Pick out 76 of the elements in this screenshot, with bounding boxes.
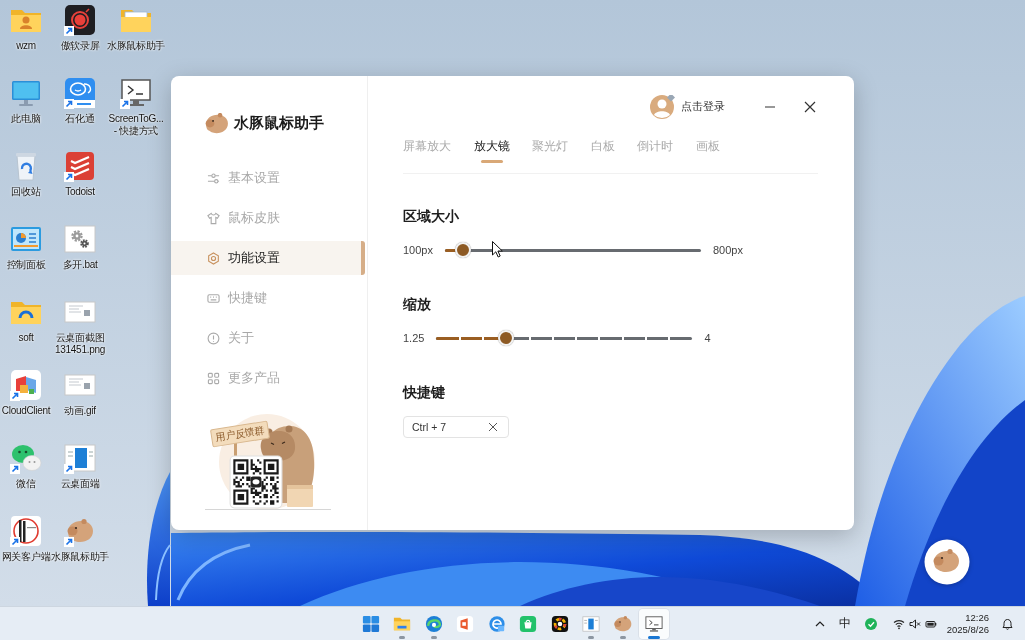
clock-date[interactable]: 2025/8/26: [946, 623, 989, 636]
hexagon-icon: [207, 251, 220, 265]
section-title: 缩放: [403, 295, 431, 313]
section-title: 区域大小: [403, 207, 459, 225]
sidebar-item[interactable]: 功能设置: [171, 241, 365, 275]
notification-bell-icon[interactable]: [1002, 617, 1013, 630]
chat-bubble-icon[interactable]: [64, 77, 96, 109]
icon-label[interactable]: 云桌面截图 131451.png: [50, 332, 110, 356]
icon-label[interactable]: soft: [18, 332, 34, 344]
chat-bubbles-icon[interactable]: [10, 442, 42, 474]
section-title: 快捷键: [403, 383, 445, 401]
icon-label[interactable]: CloudClient: [1, 405, 51, 417]
running-indicator-icon: [648, 635, 661, 639]
icon-label[interactable]: wzm: [16, 40, 36, 52]
record-icon[interactable]: [64, 4, 96, 36]
running-indicator-icon: [399, 635, 406, 639]
gears-icon[interactable]: [64, 223, 96, 255]
wifi-icon[interactable]: [892, 617, 905, 630]
icon-label[interactable]: 多开.bat: [62, 259, 98, 271]
mouse-pointer-icon: [492, 241, 503, 258]
avatar-icon[interactable]: [650, 94, 676, 120]
clear-icon[interactable]: [488, 422, 498, 432]
icon-label[interactable]: 微信: [16, 478, 36, 490]
icon-label[interactable]: Todoist: [65, 186, 95, 198]
icon-label[interactable]: 此电脑: [11, 113, 41, 125]
stacked-chevrons-icon[interactable]: [64, 150, 96, 182]
tab[interactable]: 放大镜: [473, 137, 510, 163]
alert-icon: [207, 331, 220, 345]
shopping-bag-icon: [519, 614, 538, 633]
capybara-icon: [613, 614, 632, 633]
slider-thumb[interactable]: [454, 242, 471, 258]
slider-max-label: 4: [704, 332, 711, 344]
tiles-icon[interactable]: [10, 369, 42, 401]
window-icon[interactable]: [64, 442, 96, 474]
icon-label[interactable]: 水豚鼠标助手: [50, 551, 110, 563]
hotkey-field[interactable]: Ctrl + 7: [403, 416, 509, 438]
icon-label[interactable]: 网关客户端: [1, 551, 51, 563]
running-indicator-icon: [430, 635, 437, 639]
close-icon: [804, 101, 816, 113]
slider-max-label: 800px: [713, 244, 743, 256]
speaker-muted-icon[interactable]: [908, 617, 921, 630]
app-title: 水豚鼠标助手: [234, 113, 324, 133]
check-circle-icon[interactable]: [864, 617, 877, 630]
color-wheel-icon: [550, 614, 569, 633]
icon-label[interactable]: ScreenToG... - 快捷方式: [106, 113, 166, 137]
slider-min-label: 100px: [403, 244, 433, 256]
monitor-icon: [645, 614, 664, 633]
icon-label[interactable]: 傲软录屏: [60, 40, 100, 52]
qr-code-icon: [229, 455, 283, 509]
icon-label[interactable]: 动画.gif: [64, 405, 96, 417]
input-method-indicator[interactable]: 中: [838, 615, 851, 632]
icon-label[interactable]: 云桌面端: [60, 478, 100, 490]
browser-icon: [424, 614, 443, 633]
slider-thumb[interactable]: [498, 330, 515, 346]
running-indicator-icon: [588, 635, 595, 639]
slider-track[interactable]: [436, 330, 693, 346]
shirt-icon: [207, 211, 220, 225]
icon-label[interactable]: 控制面板: [6, 259, 46, 271]
grid-icon: [207, 371, 220, 385]
slider-min-label: 1.25: [403, 332, 425, 344]
icon-label[interactable]: 水豚鼠标助手: [106, 40, 166, 52]
emblem-icon[interactable]: [10, 515, 42, 547]
sliders-icon: [207, 171, 220, 185]
start-icon: [361, 614, 380, 633]
running-indicator-icon: [619, 635, 626, 639]
app-tile-icon: [456, 614, 475, 633]
login-link[interactable]: 点击登录: [681, 100, 725, 114]
keyboard-icon: [207, 291, 220, 305]
icon-label[interactable]: 石化通: [65, 113, 95, 125]
capybara-icon[interactable]: [924, 539, 970, 585]
icon-label[interactable]: 回收站: [11, 186, 41, 198]
monitor-icon[interactable]: [120, 77, 152, 109]
capybara-icon: [205, 112, 229, 134]
clock-time[interactable]: 12:26: [965, 611, 989, 624]
window-icon: [582, 614, 601, 633]
browser-icon: [487, 614, 506, 633]
